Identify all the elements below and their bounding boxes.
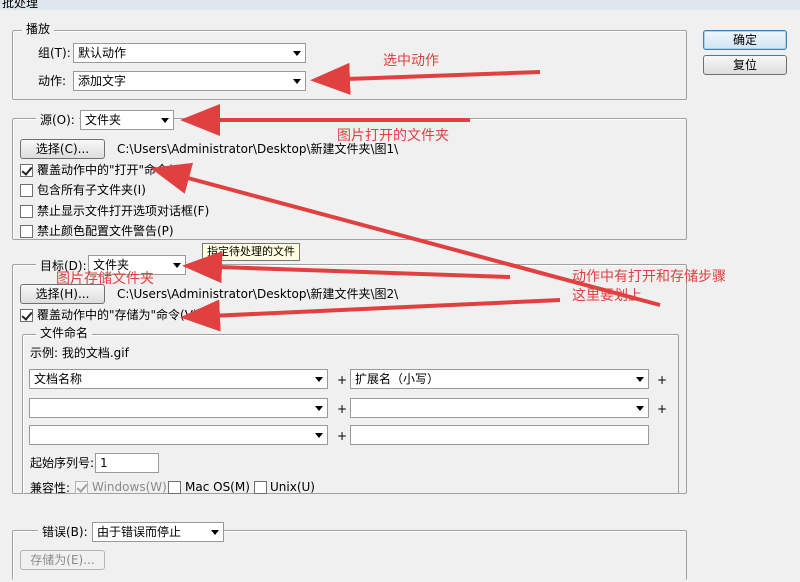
chevron-down-icon <box>315 377 323 382</box>
override-save-as-label: 覆盖动作中的"存储为"命令(V) <box>37 308 198 322</box>
suppress-color-warnings-label: 禁止颜色配置文件警告(P) <box>37 224 174 238</box>
chevron-down-icon <box>161 118 169 123</box>
plus-sign: + <box>657 373 668 387</box>
compat-macos-checkbox[interactable] <box>168 481 181 494</box>
source-select-value: 文件夹 <box>85 113 122 127</box>
include-subfolders-label: 包含所有子文件夹(I) <box>37 183 146 197</box>
tooltip: 指定待处理的文件 <box>202 243 300 261</box>
action-label: 动作: <box>38 74 67 88</box>
reset-button[interactable]: 复位 <box>703 55 787 75</box>
save-as-button[interactable]: 存储为(E)... <box>20 550 105 570</box>
plus-sign: + <box>337 429 348 443</box>
override-open-checkbox[interactable] <box>20 164 33 177</box>
naming-field-2[interactable]: 扩展名（小写） <box>350 369 649 389</box>
chevron-down-icon <box>636 377 644 382</box>
errors-label: 错误(B): <box>38 524 92 540</box>
override-save-as-checkbox[interactable] <box>20 309 33 322</box>
ok-button[interactable]: 确定 <box>703 30 787 50</box>
compat-label: 兼容性: <box>30 481 71 495</box>
source-select[interactable]: 文件夹 <box>80 110 174 130</box>
errors-select-value: 由于错误而停止 <box>97 525 182 539</box>
naming-example: 示例: 我的文档.gif <box>30 346 129 360</box>
naming-field-4[interactable] <box>350 398 649 418</box>
suppress-open-dialogs-checkbox[interactable] <box>20 205 33 218</box>
action-select-value: 添加文字 <box>78 74 127 88</box>
file-naming-legend: 文件命名 <box>36 325 93 341</box>
override-open-label: 覆盖动作中的"打开"命令(R) <box>37 163 186 177</box>
source-choose-button[interactable]: 选择(C)... <box>20 139 105 159</box>
start-serial-input[interactable]: 1 <box>95 453 159 473</box>
title-bar: 批处理 <box>0 0 800 10</box>
start-serial-label: 起始序列号: <box>30 456 95 470</box>
plus-sign: + <box>337 373 348 387</box>
compat-unix-label: Unix(U) <box>270 480 315 494</box>
chevron-down-icon <box>315 406 323 411</box>
annotation-source-folder: 图片打开的文件夹 <box>337 128 449 144</box>
chevron-down-icon <box>315 433 323 438</box>
naming-field-6[interactable] <box>350 425 649 445</box>
naming-field-1[interactable]: 文档名称 <box>29 369 328 389</box>
naming-field-5[interactable] <box>29 425 328 445</box>
action-select[interactable]: 添加文字 <box>73 71 306 91</box>
suppress-open-dialogs-label: 禁止显示文件打开选项对话框(F) <box>37 204 210 218</box>
naming-field-1-value: 文档名称 <box>34 372 83 386</box>
annotation-select-action: 选中动作 <box>383 53 439 69</box>
annotation-note-line2: 这里要划上 <box>572 288 642 304</box>
chevron-down-icon <box>293 79 301 84</box>
destination-path: C:\Users\Administrator\Desktop\新建文件夹\图2\ <box>117 287 399 301</box>
set-select[interactable]: 默认动作 <box>73 43 306 63</box>
set-label: 组(T): <box>38 46 71 60</box>
set-select-value: 默认动作 <box>78 46 127 60</box>
plus-sign: + <box>657 402 668 416</box>
compat-windows-label: Windows(W) <box>92 480 167 494</box>
source-label: 源(O): <box>36 112 79 128</box>
compat-macos-label: Mac OS(M) <box>185 480 250 494</box>
compat-unix-checkbox[interactable] <box>254 481 267 494</box>
errors-select[interactable]: 由于错误而停止 <box>92 522 224 542</box>
play-legend: 播放 <box>22 21 55 37</box>
chevron-down-icon <box>636 406 644 411</box>
plus-sign: + <box>337 402 348 416</box>
chevron-down-icon <box>211 530 219 535</box>
naming-field-2-value: 扩展名（小写） <box>355 372 440 386</box>
chevron-down-icon <box>293 51 301 56</box>
naming-field-3[interactable] <box>29 398 328 418</box>
annotation-note-line1: 动作中有打开和存储步骤 <box>572 269 726 285</box>
include-subfolders-checkbox[interactable] <box>20 184 33 197</box>
chevron-down-icon <box>173 263 181 268</box>
suppress-color-warnings-checkbox[interactable] <box>20 225 33 238</box>
compat-windows-checkbox[interactable] <box>75 481 88 494</box>
annotation-dest-folder: 图片存储文件夹 <box>56 271 154 287</box>
window-title: 批处理 <box>2 0 39 10</box>
